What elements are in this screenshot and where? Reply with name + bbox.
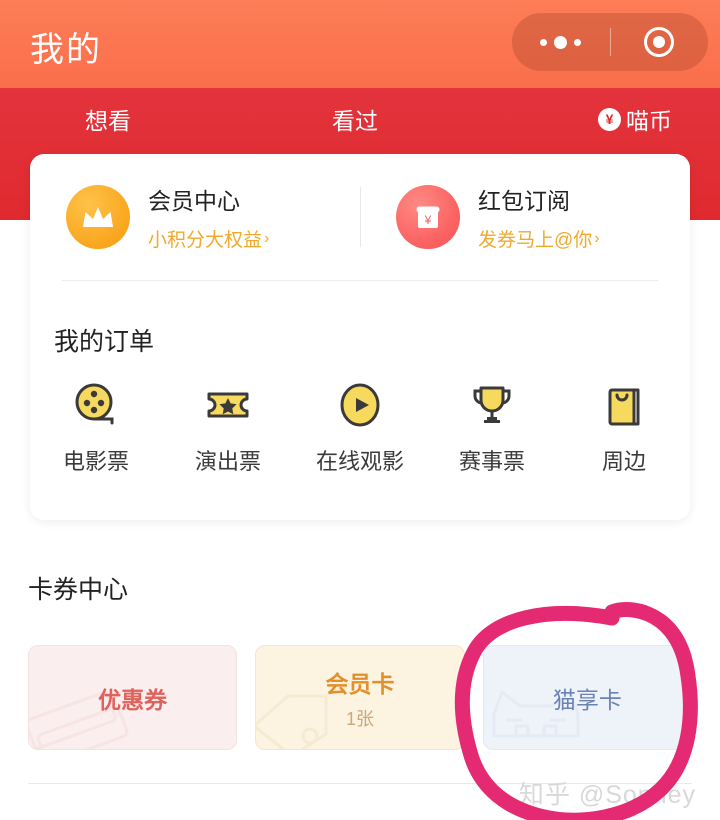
entry-member-center[interactable]: 会员中心 小积分大权益 ›: [30, 154, 360, 280]
entry-redpacket-subtitle: 发券马上@你 ›: [478, 225, 600, 252]
tab-meow-coin[interactable]: ¥ 喵币: [598, 102, 672, 136]
order-item-match-ticket[interactable]: 赛事票: [432, 382, 552, 476]
chevron-right-icon: ›: [264, 229, 270, 247]
entry-redpacket-subscribe[interactable]: ¥ 红包订阅 发券马上@你 ›: [360, 154, 690, 280]
coupon-center-title: 卡券中心: [28, 576, 129, 604]
page-title: 我的: [30, 31, 102, 69]
zhihu-watermark: 知乎 @Sonney: [518, 781, 696, 809]
card-divider: [62, 280, 658, 281]
card-membership-count: 1张: [345, 708, 374, 729]
target-circle-icon: [644, 27, 675, 57]
order-item-merchandise-label: 周边: [601, 449, 646, 474]
entry-member-center-title: 会员中心: [148, 188, 240, 214]
card-cat-pass[interactable]: 猫享卡: [482, 645, 692, 750]
close-miniprogram-button[interactable]: [611, 13, 709, 71]
entry-member-center-subtitle: 小积分大权益 ›: [148, 225, 269, 252]
more-dots-icon: [540, 35, 582, 49]
card-coupon[interactable]: 优惠券: [28, 645, 238, 750]
film-reel-icon: [72, 382, 120, 428]
yuan-coin-icon: ¥: [598, 107, 621, 131]
entry-redpacket-texts: 红包订阅 发券马上@你 ›: [478, 182, 600, 252]
tab-want-to-watch[interactable]: 想看: [85, 102, 131, 136]
order-item-movie-ticket[interactable]: 电影票: [36, 382, 156, 476]
tab-watched-label: 看过: [332, 108, 378, 134]
order-item-online-watch[interactable]: 在线观影: [300, 382, 420, 476]
orders-section-title: 我的订单: [54, 328, 155, 356]
order-item-movie-ticket-label: 电影票: [62, 449, 129, 474]
entry-vertical-divider: [360, 187, 361, 247]
star-ticket-icon: [203, 382, 253, 428]
tab-bar: 想看 看过 ¥ 喵币: [0, 88, 720, 150]
order-item-show-ticket[interactable]: 演出票: [168, 382, 288, 476]
crown-icon: [66, 185, 130, 249]
play-circle-icon: [338, 382, 382, 428]
card-cat-pass-label: 猫享卡: [552, 686, 622, 713]
svg-text:¥: ¥: [424, 213, 432, 227]
trophy-icon: [468, 382, 516, 428]
tab-meow-coin-label: 喵币: [626, 108, 672, 134]
app-root: 我的 想看 看过 ¥ 喵币 会员中心 小积分大权益 › ¥ 红包订阅 发券马上@…: [0, 0, 720, 820]
entry-member-center-subtitle-text: 小积分大权益: [148, 230, 263, 251]
card-coupon-label: 优惠券: [98, 686, 168, 713]
order-item-online-watch-label: 在线观影: [315, 449, 404, 474]
entry-redpacket-title: 红包订阅: [478, 188, 570, 214]
quick-entries: 会员中心 小积分大权益 › ¥ 红包订阅 发券马上@你 ›: [30, 154, 690, 280]
miniprogram-capsule[interactable]: [512, 13, 708, 71]
orders-icon-row: 电影票 演出票 在线观影 赛事票 周边: [30, 382, 690, 476]
red-packet-icon: ¥: [396, 185, 460, 249]
shopping-bag-icon: [602, 382, 646, 428]
more-button[interactable]: [512, 13, 610, 71]
order-item-match-ticket-label: 赛事票: [458, 449, 525, 474]
chevron-right-icon: ›: [594, 229, 600, 247]
tab-want-to-watch-label: 想看: [85, 108, 131, 134]
card-membership[interactable]: 会员卡 1张: [255, 645, 465, 750]
order-item-merchandise[interactable]: 周边: [564, 382, 684, 476]
order-item-show-ticket-label: 演出票: [194, 449, 261, 474]
card-membership-label: 会员卡: [325, 670, 395, 697]
entry-redpacket-subtitle-text: 发券马上@你: [478, 230, 593, 251]
coupon-card-row: 优惠券 会员卡 1张 猫享卡: [28, 645, 692, 750]
tab-watched[interactable]: 看过: [332, 102, 378, 136]
entry-member-center-texts: 会员中心 小积分大权益 ›: [148, 182, 269, 252]
